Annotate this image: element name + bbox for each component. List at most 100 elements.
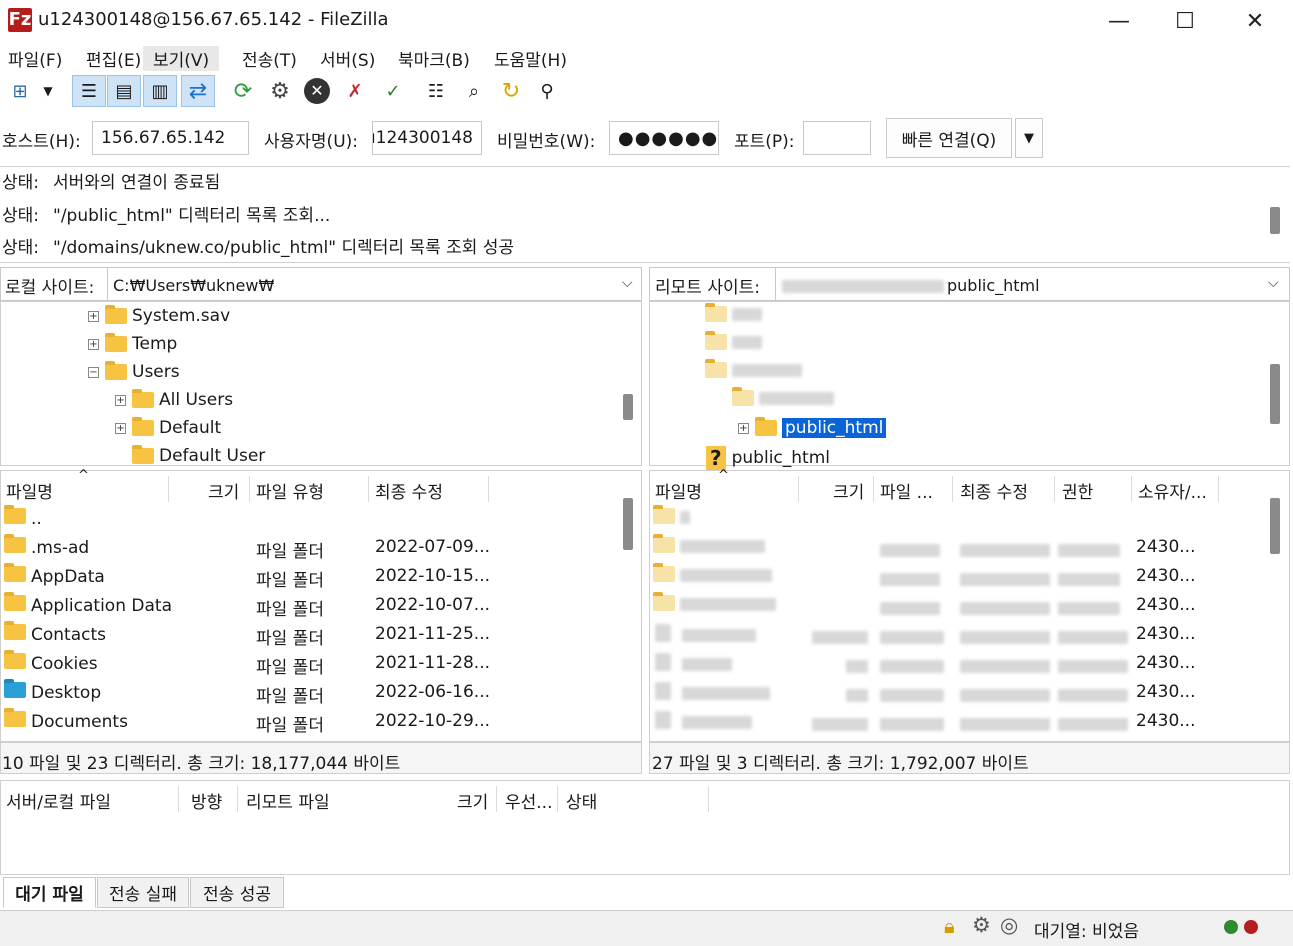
queue-col-status[interactable]: 상태 xyxy=(566,788,597,813)
tree-item-selected[interactable]: + public_html xyxy=(738,417,887,438)
column-divider[interactable] xyxy=(496,786,497,812)
local-col-size[interactable]: 크기 xyxy=(208,478,239,503)
collapse-icon[interactable]: − xyxy=(88,366,99,378)
username-input[interactable]: u124300148 xyxy=(372,121,482,155)
tree-item[interactable]: − Users xyxy=(88,361,180,382)
remote-col-size[interactable]: 크기 xyxy=(833,478,864,503)
menu-transfer[interactable]: 전송(T) xyxy=(242,46,297,71)
toggle-queue-button[interactable]: ⇄ xyxy=(181,75,215,107)
host-input[interactable]: 156.67.65.142 xyxy=(92,121,249,155)
file-row[interactable] xyxy=(653,592,776,616)
file-row[interactable]: Cookies xyxy=(4,650,98,674)
column-divider[interactable] xyxy=(873,476,874,502)
site-manager-button[interactable]: ⊞ xyxy=(3,75,37,107)
column-divider[interactable] xyxy=(368,476,369,502)
queue-col-size[interactable]: 크기 xyxy=(457,788,488,813)
sync-browse-button[interactable]: ↻ xyxy=(494,75,528,107)
file-row[interactable] xyxy=(655,711,753,734)
remote-col-permissions[interactable]: 권한 xyxy=(1062,478,1093,503)
column-divider[interactable] xyxy=(1131,476,1132,502)
quickconnect-history-dropdown[interactable]: ▼ xyxy=(1015,118,1043,158)
tree-item[interactable]: + Default xyxy=(115,417,221,438)
reconnect-button[interactable]: ✓ xyxy=(376,75,410,107)
local-col-type[interactable]: 파일 유형 xyxy=(256,478,324,503)
file-row[interactable] xyxy=(655,682,771,705)
remote-col-type[interactable]: 파일 ... xyxy=(880,478,933,503)
cancel-button[interactable]: ✕ xyxy=(300,75,334,107)
local-list-scrollbar[interactable] xyxy=(623,498,633,550)
expand-icon[interactable]: + xyxy=(115,422,126,434)
log-scrollbar[interactable] xyxy=(1270,207,1280,234)
column-divider[interactable] xyxy=(178,786,179,812)
refresh-button[interactable]: ⟳ xyxy=(226,75,260,107)
column-divider[interactable] xyxy=(488,476,489,502)
quickconnect-button[interactable]: 빠른 연결(Q) xyxy=(886,118,1012,158)
menu-server[interactable]: 서버(S) xyxy=(320,46,375,71)
process-queue-button[interactable]: ⚙ xyxy=(263,75,297,107)
tree-item[interactable] xyxy=(705,303,762,322)
expand-icon[interactable]: + xyxy=(88,338,99,350)
queue-col-server-local[interactable]: 서버/로컬 파일 xyxy=(6,788,111,813)
remote-col-modified[interactable]: 최종 수정 xyxy=(960,478,1028,503)
remote-list-scrollbar[interactable] xyxy=(1270,498,1280,554)
column-divider[interactable] xyxy=(1054,476,1055,502)
expand-icon[interactable]: + xyxy=(738,422,749,434)
column-divider[interactable] xyxy=(168,476,169,502)
column-divider[interactable] xyxy=(952,476,953,502)
chevron-down-icon[interactable]: ⌵ xyxy=(1268,275,1279,291)
maximize-button[interactable]: ☐ xyxy=(1150,0,1220,42)
tab-queued-files[interactable]: 대기 파일 xyxy=(3,877,96,908)
disconnect-button[interactable]: ✗ xyxy=(338,75,372,107)
port-input[interactable] xyxy=(803,121,871,155)
file-row[interactable]: .. xyxy=(4,505,42,529)
column-divider[interactable] xyxy=(1218,476,1219,502)
compare-button[interactable]: ⌕ xyxy=(457,75,491,107)
menu-view[interactable]: 보기(V) xyxy=(143,46,220,71)
file-row[interactable]: .ms-ad xyxy=(4,534,89,558)
file-row[interactable]: Desktop xyxy=(4,679,101,703)
site-manager-dropdown[interactable]: ▼ xyxy=(36,75,60,107)
filter-button[interactable]: ☷ xyxy=(419,75,453,107)
queue-col-remote-file[interactable]: 리모트 파일 xyxy=(246,788,330,813)
tree-item[interactable]: ? public_html xyxy=(706,446,830,470)
menu-file[interactable]: 파일(F) xyxy=(8,46,62,71)
local-col-name[interactable]: 파일명 xyxy=(6,478,53,503)
remote-tree-scrollbar[interactable] xyxy=(1270,364,1280,424)
file-row[interactable]: Documents xyxy=(4,708,128,732)
file-row[interactable]: AppData xyxy=(4,563,105,587)
queue-col-direction[interactable]: 방향 xyxy=(191,788,222,813)
remote-col-name[interactable]: 파일명 xyxy=(655,478,702,503)
column-divider[interactable] xyxy=(237,786,238,812)
tree-item[interactable] xyxy=(705,331,762,350)
column-divider[interactable] xyxy=(708,786,709,812)
toggle-log-button[interactable]: ☰ xyxy=(72,75,106,107)
toggle-local-tree-button[interactable]: ▤ xyxy=(107,75,141,107)
tree-item[interactable]: + All Users xyxy=(115,389,233,410)
tree-item[interactable] xyxy=(732,387,834,406)
tab-failed-transfers[interactable]: 전송 실패 xyxy=(97,877,189,908)
tree-item[interactable]: + Temp xyxy=(88,333,177,354)
file-row[interactable] xyxy=(653,534,765,558)
chevron-down-icon[interactable]: ⌵ xyxy=(622,275,633,291)
tree-item[interactable]: Default User xyxy=(132,445,265,466)
menu-bookmarks[interactable]: 북마크(B) xyxy=(398,46,470,71)
column-divider[interactable] xyxy=(798,476,799,502)
tree-item[interactable] xyxy=(705,359,802,378)
expand-icon[interactable]: + xyxy=(88,310,99,322)
menu-edit[interactable]: 편집(E) xyxy=(86,46,141,71)
remote-col-owner[interactable]: 소유자/... xyxy=(1138,478,1207,503)
file-row[interactable] xyxy=(653,563,772,587)
column-divider[interactable] xyxy=(557,786,558,812)
file-row[interactable]: Contacts xyxy=(4,621,106,645)
toggle-remote-tree-button[interactable]: ▥ xyxy=(143,75,177,107)
expand-icon[interactable]: + xyxy=(115,394,126,406)
local-col-modified[interactable]: 최종 수정 xyxy=(375,478,443,503)
menu-help[interactable]: 도움말(H) xyxy=(494,46,567,71)
file-row[interactable]: Application Data xyxy=(4,592,172,616)
minimize-button[interactable]: — xyxy=(1084,0,1154,42)
column-divider[interactable] xyxy=(249,476,250,502)
tree-item[interactable]: + System.sav xyxy=(88,305,230,326)
password-input[interactable]: ●●●●●● xyxy=(609,121,719,155)
file-row[interactable] xyxy=(655,624,757,647)
tab-successful-transfers[interactable]: 전송 성공 xyxy=(190,877,284,908)
